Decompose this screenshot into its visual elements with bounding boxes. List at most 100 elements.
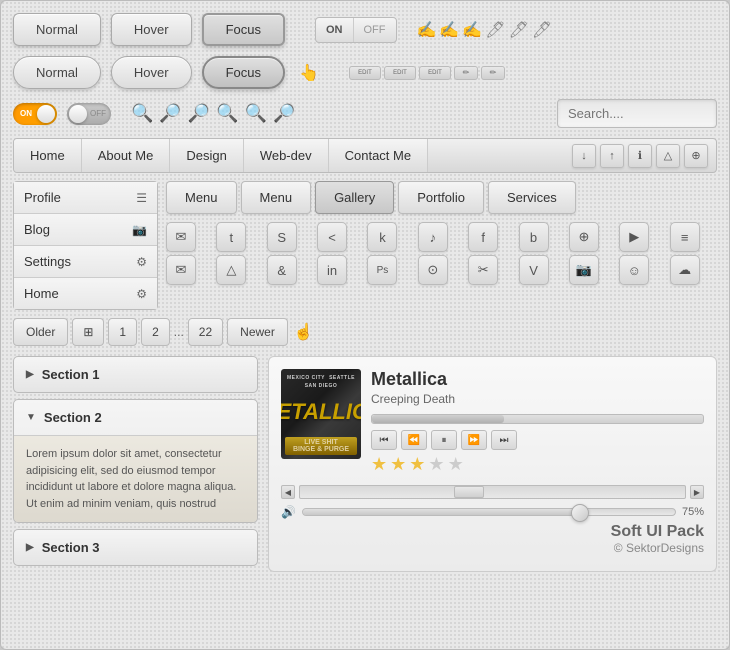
social-facebook[interactable]: f bbox=[468, 222, 498, 252]
accordion-arrow-2: ▼ bbox=[26, 412, 36, 423]
scroll-left[interactable]: ◀ bbox=[281, 485, 295, 499]
sidebar-item-home[interactable]: Home ⚙ bbox=[14, 278, 157, 309]
social-icons-grid: ✉ t S < k ♪ f b ⊕ ▶ ≡ ✉ △ & in Ps ⊙ ✂ V bbox=[166, 222, 717, 285]
star-4[interactable]: ★ bbox=[428, 454, 444, 475]
zoom-in-icon[interactable]: 🔍 bbox=[131, 103, 153, 124]
social-email[interactable]: ✉ bbox=[166, 222, 196, 252]
social-scissors[interactable]: ✂ bbox=[468, 255, 498, 285]
progress-bar[interactable] bbox=[371, 414, 704, 424]
album-city2: SEATTLE bbox=[329, 375, 355, 381]
deco-icon-5: 🖊 bbox=[509, 20, 529, 40]
tab-menu-1[interactable]: Menu bbox=[166, 181, 237, 214]
sidebar-settings-icon: ⚙ bbox=[136, 255, 147, 269]
button-row-2: Normal Hover Focus 👆 EDIT EDIT EDIT ✏ ✏ bbox=[13, 56, 717, 89]
nav-icon-globe[interactable]: ⊕ bbox=[684, 144, 708, 168]
focus-pill-btn[interactable]: Focus bbox=[202, 56, 285, 89]
nav-item-webdev[interactable]: Web-dev bbox=[244, 139, 329, 172]
ctrl-pause[interactable]: ⏸ bbox=[431, 430, 457, 450]
pagination-2[interactable]: 2 bbox=[141, 318, 170, 346]
search-box[interactable]: 🔍 bbox=[557, 99, 717, 128]
social-skype[interactable]: S bbox=[267, 222, 297, 252]
volume-track[interactable] bbox=[302, 508, 676, 516]
search-input[interactable] bbox=[568, 106, 730, 121]
tab-menu-2[interactable]: Menu bbox=[241, 181, 312, 214]
nav-item-home[interactable]: Home bbox=[14, 139, 82, 172]
pagination-grid[interactable]: ⊞ bbox=[72, 318, 104, 346]
scroll-thumb[interactable] bbox=[454, 486, 484, 498]
tag-icons-row: EDIT EDIT EDIT ✏ ✏ bbox=[349, 66, 505, 80]
social-menu[interactable]: ≡ bbox=[670, 222, 700, 252]
ctrl-next[interactable]: ⏭ bbox=[491, 430, 517, 450]
social-vimeo[interactable]: V bbox=[519, 255, 549, 285]
social-mail2[interactable]: ✉ bbox=[166, 255, 196, 285]
social-b[interactable]: b bbox=[519, 222, 549, 252]
social-smiley[interactable]: ☺ bbox=[619, 255, 649, 285]
zoom-out-icon[interactable]: 🔎 bbox=[188, 103, 210, 124]
star-1[interactable]: ★ bbox=[371, 454, 387, 475]
social-triangle[interactable]: △ bbox=[216, 255, 246, 285]
social-linkedin[interactable]: in bbox=[317, 255, 347, 285]
nav-item-design[interactable]: Design bbox=[170, 139, 243, 172]
social-k[interactable]: k bbox=[367, 222, 397, 252]
star-2[interactable]: ★ bbox=[390, 454, 406, 475]
accordion-header-2[interactable]: ▼ Section 2 bbox=[14, 400, 257, 435]
toggle-off-switch[interactable]: OFF bbox=[67, 103, 111, 125]
zoom-out2-icon[interactable]: 🔎 bbox=[273, 103, 295, 124]
social-twitter[interactable]: t bbox=[216, 222, 246, 252]
ctrl-rewind[interactable]: ⏪ bbox=[401, 430, 427, 450]
hover-btn-1[interactable]: Hover bbox=[111, 13, 192, 46]
sidebar-item-settings[interactable]: Settings ⚙ bbox=[14, 246, 157, 278]
social-camera[interactable]: 📷 bbox=[569, 255, 599, 285]
nav-icon-group: ↓ ↑ ℹ △ ⊕ bbox=[564, 140, 716, 172]
nav-icon-tri[interactable]: △ bbox=[656, 144, 680, 168]
focus-btn-1[interactable]: Focus bbox=[202, 13, 285, 46]
social-extra[interactable]: ☁ bbox=[670, 255, 700, 285]
zoom-in3-icon[interactable]: 🔍 bbox=[245, 103, 267, 124]
scroll-right[interactable]: ▶ bbox=[690, 485, 704, 499]
pagination-22[interactable]: 22 bbox=[188, 318, 223, 346]
pagination-newer[interactable]: Newer bbox=[227, 318, 288, 346]
normal-btn-1[interactable]: Normal bbox=[13, 13, 101, 46]
normal-pill-btn[interactable]: Normal bbox=[13, 56, 101, 89]
zoom-normal-icon[interactable]: 🔎 bbox=[159, 103, 181, 124]
sidebar-item-profile[interactable]: Profile ☰ bbox=[14, 182, 157, 214]
nav-item-contact[interactable]: Contact Me bbox=[329, 139, 428, 172]
star-5[interactable]: ★ bbox=[448, 454, 464, 475]
nav-icon-info[interactable]: ℹ bbox=[628, 144, 652, 168]
social-share[interactable]: < bbox=[317, 222, 347, 252]
social-circle[interactable]: ⊙ bbox=[418, 255, 448, 285]
toggle-on-switch[interactable]: ON bbox=[13, 103, 57, 125]
tab-portfolio[interactable]: Portfolio bbox=[398, 181, 484, 214]
accordion-header-1[interactable]: ▶ Section 1 bbox=[14, 357, 257, 392]
album-art-inner: MEXICO CITY SEATTLE SAN DIEGO METALLICA … bbox=[281, 369, 361, 459]
toggle-magnifier-row: ON OFF 🔍 🔎 🔎 🔍 🔍 🔎 🔍 bbox=[13, 99, 717, 128]
pagination-cursor-icon: ☝ bbox=[294, 322, 314, 342]
star-3[interactable]: ★ bbox=[409, 454, 425, 475]
accordion: ▶ Section 1 ▼ Section 2 Lorem ipsum dolo… bbox=[13, 356, 258, 572]
zoom-in2-icon[interactable]: 🔍 bbox=[216, 103, 238, 124]
accordion-title-1: Section 1 bbox=[42, 367, 100, 382]
ctrl-prev[interactable]: ⏮ bbox=[371, 430, 397, 450]
deco-icon-6: 🖊 bbox=[532, 20, 552, 40]
tab-gallery[interactable]: Gallery bbox=[315, 181, 394, 214]
ctrl-forward[interactable]: ⏩ bbox=[461, 430, 487, 450]
social-plus[interactable]: ⊕ bbox=[569, 222, 599, 252]
tab-services[interactable]: Services bbox=[488, 181, 576, 214]
accordion-item-1: ▶ Section 1 bbox=[13, 356, 258, 393]
accordion-header-3[interactable]: ▶ Section 3 bbox=[14, 530, 257, 565]
scroll-track[interactable] bbox=[299, 485, 686, 499]
social-ps[interactable]: Ps bbox=[367, 255, 397, 285]
pagination-older[interactable]: Older bbox=[13, 318, 68, 346]
tag-icon-3: EDIT bbox=[419, 66, 451, 80]
social-rss[interactable]: ▶ bbox=[619, 222, 649, 252]
social-music[interactable]: ♪ bbox=[418, 222, 448, 252]
nav-icon-up[interactable]: ↑ bbox=[600, 144, 624, 168]
volume-knob[interactable] bbox=[571, 504, 589, 522]
nav-icon-down[interactable]: ↓ bbox=[572, 144, 596, 168]
nav-item-about[interactable]: About Me bbox=[82, 139, 171, 172]
album-band-name: METALLICA bbox=[281, 399, 361, 425]
sidebar-item-blog[interactable]: Blog 📷 bbox=[14, 214, 157, 246]
pagination-1[interactable]: 1 bbox=[108, 318, 137, 346]
social-amp[interactable]: & bbox=[267, 255, 297, 285]
hover-pill-btn[interactable]: Hover bbox=[111, 56, 192, 89]
